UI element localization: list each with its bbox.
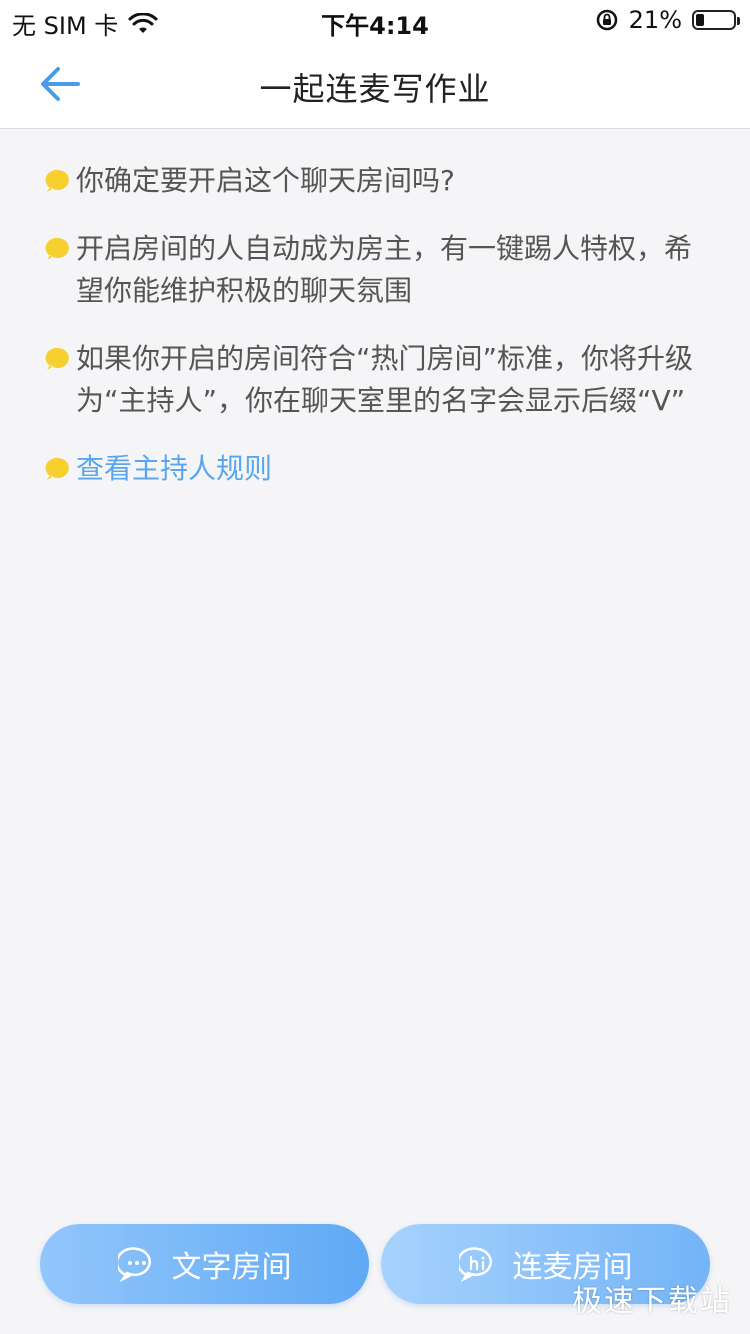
- tip-text: 如果你开启的房间符合“热门房间”标准，你将升级为“主持人”，你在聊天室里的名字会…: [76, 342, 694, 417]
- hi-bubble-icon: [458, 1247, 492, 1283]
- text-room-label: 文字房间: [171, 1250, 292, 1285]
- chat-bubble-icon: [117, 1247, 151, 1283]
- host-rules-link[interactable]: 查看主持人规则: [76, 448, 272, 490]
- status-bar: 无 SIM 卡 下午4:14 21%: [0, 0, 750, 40]
- page-title: 一起连麦写作业: [259, 70, 491, 108]
- tip-item: 你确定要开启这个聊天房间吗?: [40, 160, 700, 202]
- nav-bar: 一起连麦写作业: [0, 40, 750, 129]
- tip-text: 开启房间的人自动成为房主，有一键踢人特权，希望你能维护积极的聊天氛围: [76, 232, 693, 307]
- text-room-button[interactable]: 文字房间: [40, 1224, 369, 1304]
- rules-link-item[interactable]: 查看主持人规则: [40, 448, 700, 490]
- status-right: 21%: [595, 6, 740, 34]
- tip-text: 你确定要开启这个聊天房间吗?: [76, 164, 455, 197]
- battery-percent: 21%: [628, 6, 682, 34]
- tips-list: 你确定要开启这个聊天房间吗? 开启房间的人自动成为房主，有一键踢人特权，希望你能…: [40, 160, 700, 516]
- battery-icon: [692, 10, 740, 30]
- orientation-lock-icon: [596, 9, 617, 31]
- tip-item: 开启房间的人自动成为房主，有一键踢人特权，希望你能维护积极的聊天氛围: [40, 228, 700, 312]
- watermark: 极速下载站: [572, 1284, 732, 1319]
- battery-level-fill: [696, 14, 704, 26]
- tip-item: 如果你开启的房间符合“热门房间”标准，你将升级为“主持人”，你在聊天室里的名字会…: [40, 338, 700, 422]
- speech-bubble-bullet-icon: [45, 237, 69, 260]
- speech-bubble-bullet-icon: [45, 457, 69, 480]
- speech-bubble-bullet-icon: [45, 169, 69, 192]
- speech-bubble-bullet-icon: [45, 347, 69, 370]
